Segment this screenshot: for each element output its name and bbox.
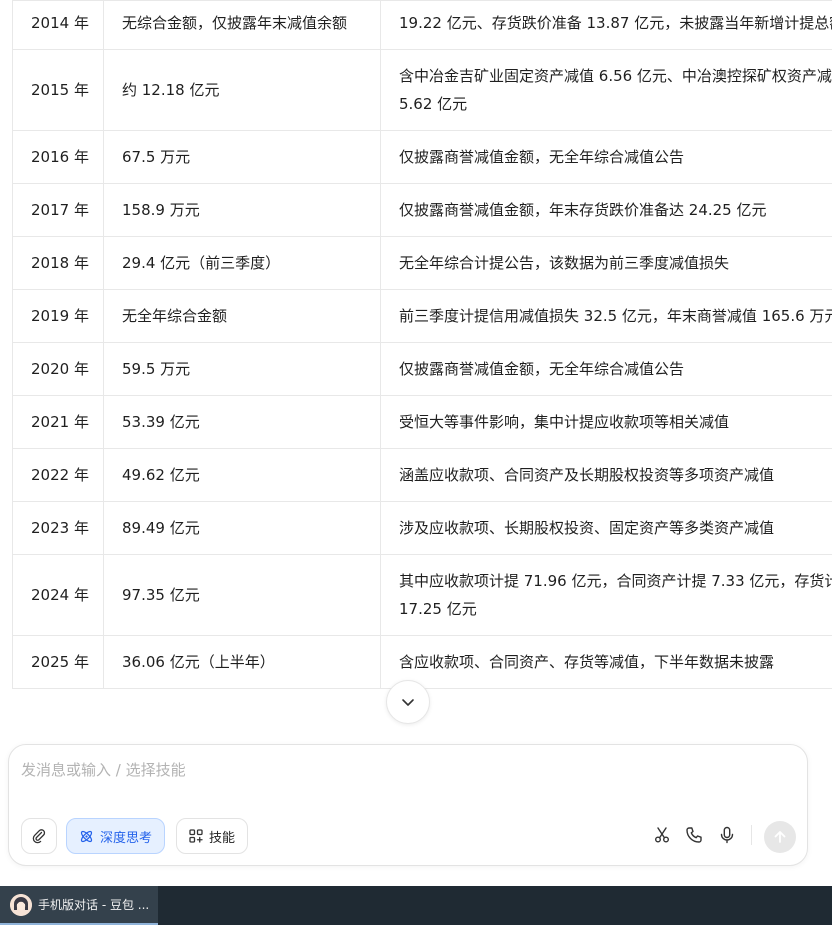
note-cell: 前三季度计提信用减值损失 32.5 亿元，年末商誉减值 165.6 万元 — [380, 289, 832, 343]
amount-cell: 59.5 万元 — [103, 342, 381, 396]
scroll-down-button[interactable] — [386, 680, 430, 724]
atom-icon — [80, 830, 93, 842]
message-input[interactable]: 发消息或输入 / 选择技能 — [21, 759, 186, 780]
avatar-icon — [10, 893, 32, 916]
scissors-button[interactable] — [652, 825, 672, 845]
note-cell: 含应收款项、合同资产、存货等减值，下半年数据未披露 — [380, 635, 832, 689]
impairment-table: 2014 年无综合金额，仅披露年末减值余额 19.22 亿元、存货跌价准备 13.… — [12, 0, 832, 745]
chevron-down-icon — [402, 699, 414, 706]
table-row: 2023 年 89.49 亿元 涉及应收款项、长期股权投资、固定资产等多类资产减值 — [12, 501, 832, 555]
phone-icon — [686, 827, 702, 843]
voice-input-button[interactable] — [717, 825, 737, 845]
table-row: 2019 年无全年综合金额 前三季度计提信用减值损失 32.5 亿元，年末商誉减值… — [12, 289, 832, 343]
table-row: 2018 年 29.4 亿元（前三季度） 无全年综合计提公告，该数据为前三季度减值损… — [12, 236, 832, 290]
note-cell: 含中冶金吉矿业固定资产减值 6.56 亿元、中冶澳控探矿权资产减值 5.62 亿… — [380, 49, 832, 131]
year-cell: 2020 年 — [12, 342, 104, 396]
amount-cell: 49.62 亿元 — [103, 448, 381, 502]
note-cell: 仅披露商誉减值金额，无全年综合减值公告 — [380, 130, 832, 184]
note-cell: 仅披露商誉减值金额，无全年综合减值公告 — [380, 342, 832, 396]
skills-button[interactable]: 技能 — [176, 818, 249, 854]
note-cell: 涵盖应收款项、合同资产及长期股权投资等多项资产减值 — [380, 448, 832, 502]
amount-cell: 无综合金额，仅披露年末减值余额 — [103, 0, 381, 50]
table-row: 2015 年约 12.18 亿元 含中冶金吉矿业固定资产减值 6.56 亿元、中冶… — [12, 49, 832, 131]
amount-cell: 67.5 万元 — [103, 130, 381, 184]
taskbar-window-doubao[interactable]: 手机版对话 - 豆包 ... — [0, 886, 158, 925]
amount-cell: 53.39 亿元 — [103, 395, 381, 449]
skills-label: 技能 — [209, 830, 236, 846]
year-cell: 2015 年 — [12, 49, 104, 131]
year-cell: 2025 年 — [12, 635, 104, 689]
note-cell: 其中应收款项计提 71.96 亿元，合同资产计提 7.33 亿元，存货计提 17… — [380, 554, 832, 636]
table-row: 2022 年 49.62 亿元 涵盖应收款项、合同资产及长期股权投资等多项资产减值 — [12, 448, 832, 502]
send-button[interactable] — [764, 821, 796, 853]
year-cell: 2018 年 — [12, 236, 104, 290]
microphone-icon — [720, 826, 734, 844]
table-row: 2025 年 36.06 亿元（上半年） 含应收款项、合同资产、存货等减值，下半年数… — [12, 635, 832, 689]
attach-button[interactable] — [21, 818, 57, 854]
year-cell: 2014 年 — [12, 0, 104, 50]
message-composer: 发消息或输入 / 选择技能 深度思考 技能 — [8, 744, 808, 866]
arrow-up-icon — [774, 831, 786, 843]
paperclip-icon — [32, 829, 46, 844]
amount-cell: 29.4 亿元（前三季度） — [103, 236, 381, 290]
toolbar-divider — [751, 825, 752, 845]
deep-think-label: 深度思考 — [100, 830, 153, 846]
amount-cell: 97.35 亿元 — [103, 554, 381, 636]
amount-cell: 36.06 亿元（上半年） — [103, 635, 381, 689]
note-cell: 无全年综合计提公告，该数据为前三季度减值损失 — [380, 236, 832, 290]
year-cell: 2024 年 — [12, 554, 104, 636]
year-cell: 2023 年 — [12, 501, 104, 555]
amount-cell: 158.9 万元 — [103, 183, 381, 237]
phone-button[interactable] — [684, 825, 704, 845]
amount-cell: 无全年综合金额 — [103, 289, 381, 343]
amount-cell: 约 12.18 亿元 — [103, 49, 381, 131]
note-cell: 仅披露商誉减值金额，年末存货跌价准备达 24.25 亿元 — [380, 183, 832, 237]
table-row: 2021 年 53.39 亿元 受恒大等事件影响，集中计提应收款项等相关减值 — [12, 395, 832, 449]
table-row: 2016 年 67.5 万元 仅披露商誉减值金额，无全年综合减值公告 — [12, 130, 832, 184]
grid-icon — [189, 829, 203, 843]
table-row: 2024 年 97.35 亿元 其中应收款项计提 71.96 亿元，合同资产计提 7… — [12, 554, 832, 636]
year-cell: 2021 年 — [12, 395, 104, 449]
note-cell: 19.22 亿元、存货跌价准备 13.87 亿元，未披露当年新增计提总额 — [380, 0, 832, 50]
taskbar-window-title: 手机版对话 - 豆包 ... — [38, 898, 150, 912]
year-cell: 2017 年 — [12, 183, 104, 237]
table-row: 2014 年无综合金额，仅披露年末减值余额 19.22 亿元、存货跌价准备 13.… — [12, 0, 832, 50]
note-cell: 受恒大等事件影响，集中计提应收款项等相关减值 — [380, 395, 832, 449]
table-row: 2017 年 158.9 万元 仅披露商誉减值金额，年末存货跌价准备达 24.25 … — [12, 183, 832, 237]
amount-cell: 89.49 亿元 — [103, 501, 381, 555]
year-cell: 2022 年 — [12, 448, 104, 502]
table-row: 2020 年 59.5 万元 仅披露商誉减值金额，无全年综合减值公告 — [12, 342, 832, 396]
deep-think-button[interactable]: 深度思考 — [66, 818, 166, 854]
note-cell: 涉及应收款项、长期股权投资、固定资产等多类资产减值 — [380, 501, 832, 555]
year-cell: 2019 年 — [12, 289, 104, 343]
scissors-icon — [655, 827, 669, 843]
taskbar: 手机版对话 - 豆包 ... — [0, 886, 832, 925]
year-cell: 2016 年 — [12, 130, 104, 184]
